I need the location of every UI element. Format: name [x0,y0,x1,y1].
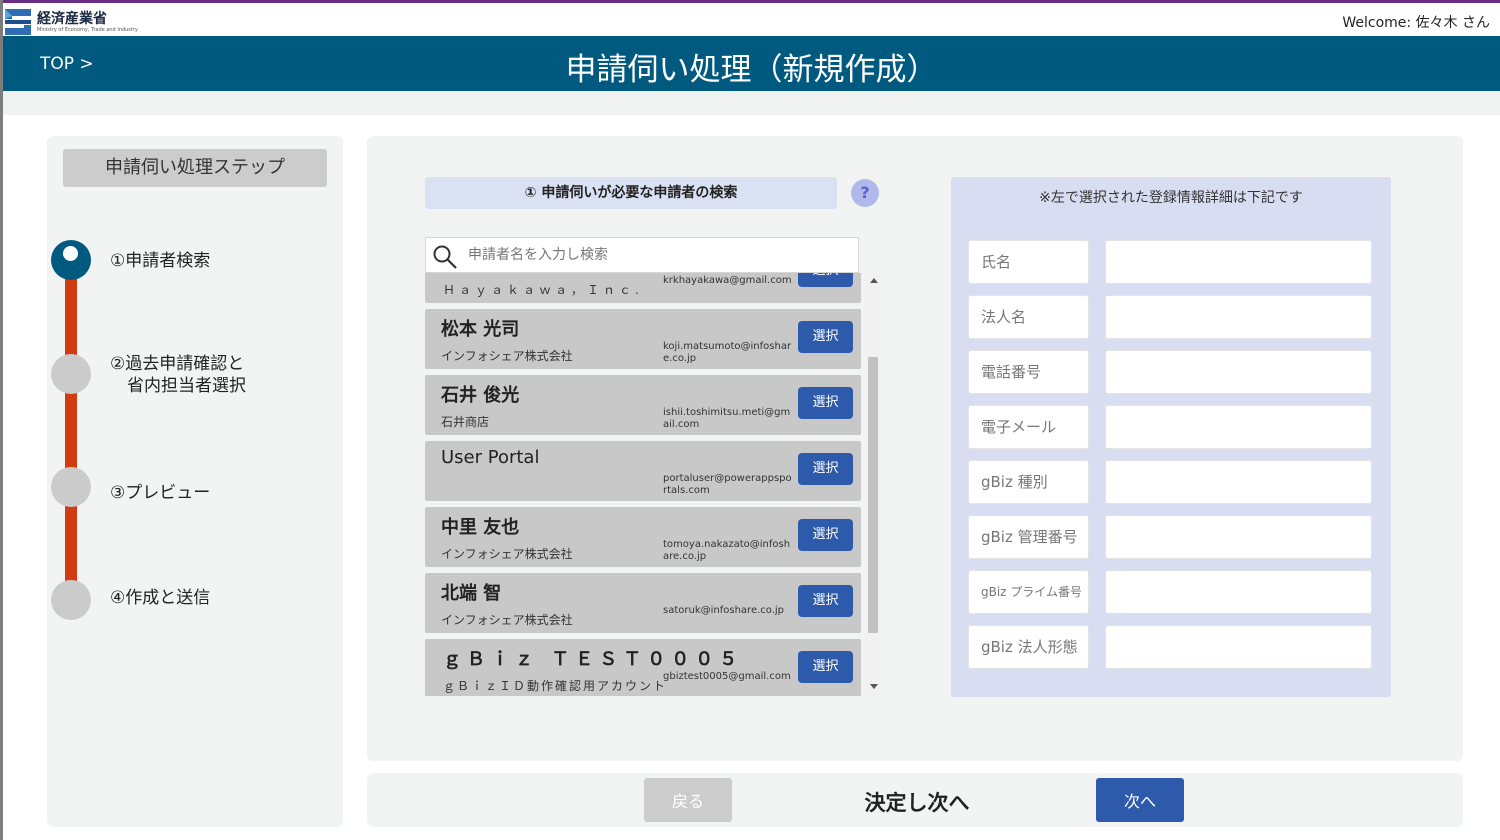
applicant-email: gbiztest0005@gmail.com [663,671,791,682]
decide-label: 決定し次へ [864,791,970,815]
logo: 経済産業省 Ministry of Economy, Trade and Ind… [3,7,138,37]
applicant-email: krkhayakawa@gmail.com [663,275,792,286]
applicant-email: ishii.toshimitsu.meti@gmail.com [663,407,791,430]
scroll-down-arrow-icon[interactable] [870,684,878,689]
step-2-label: ②過去申請確認と 省内担当者選択 [110,354,246,396]
welcome-user: Welcome: 佐々木 さん [1342,15,1490,31]
step-3-indicator[interactable] [51,467,91,507]
select-button[interactable]: 選択 [798,387,853,419]
search-box [425,237,859,273]
list-item: User Portal portaluser@powerappsportals.… [425,441,861,501]
logo-text: 経済産業省 [37,10,107,27]
applicant-company: インフォシェア株式会社 [441,613,573,627]
step-4-indicator[interactable] [51,580,91,620]
field-value-gbiz-type [1105,460,1372,504]
field-label-gbiz-type: gBiz 種別 [968,460,1089,504]
steps-panel: 申請伺い処理ステップ ①申請者検索 ②過去申請確認と 省内担当者選択 ③プレビュ… [47,136,343,827]
search-section-title: ① 申請伺いが必要な申請者の検索 [425,177,837,209]
list-item: Ｈａｙａｋａｗａ，Ｉｎｃ. krkhayakawa@gmail.com 選択 [425,273,861,303]
applicant-name: ｇＢｉｚ ＴＥＳＴ０００５ [443,649,744,670]
applicant-email: satoruk@infoshare.co.jp [663,605,785,616]
scrollbar-thumb[interactable] [868,357,878,633]
help-icon[interactable]: ? [851,179,879,207]
applicant-company: 石井商店 [441,415,490,429]
field-label-phone: 電話番号 [968,350,1089,394]
field-value-phone [1105,350,1372,394]
applicant-name: 中里 友也 [441,517,520,538]
steps-title: 申請伺い処理ステップ [63,149,327,187]
select-button[interactable]: 選択 [798,651,853,683]
list-scrollbar[interactable] [865,273,881,696]
select-button[interactable]: 選択 [798,519,853,551]
detail-panel: ※左で選択された登録情報詳細は下記です 氏名 法人名 電話番号 電子メール gB… [951,177,1391,697]
field-value-gbiz-prime [1105,570,1372,614]
select-button[interactable]: 選択 [798,321,853,353]
sub-bar [3,91,1500,115]
list-item: 石井 俊光 石井商店 ishii.toshimitsu.meti@gmail.c… [425,375,861,435]
field-value-gbiz-id [1105,515,1372,559]
back-button[interactable]: 戻る [644,778,732,822]
list-item: 中里 友也 インフォシェア株式会社 tomoya.nakazato@infosh… [425,507,861,567]
app: 経済産業省 Ministry of Economy, Trade and Ind… [3,3,1500,840]
field-label-company: 法人名 [968,295,1089,339]
list-item: 松本 光司 インフォシェア株式会社 koji.matsumoto@infosha… [425,309,861,369]
field-value-email [1105,405,1372,449]
ministry-logo-icon [5,9,31,35]
applicant-list: Ｈａｙａｋａｗａ，Ｉｎｃ. krkhayakawa@gmail.com 選択 松… [425,273,881,696]
applicant-name: 北端 智 [441,583,502,604]
next-button[interactable]: 次へ [1096,778,1184,822]
field-label-gbiz-corp-type: gBiz 法人形態 [968,625,1089,669]
applicant-company: Ｈａｙａｋａｗａ，Ｉｎｃ. [443,283,643,297]
scroll-up-arrow-icon[interactable] [870,278,878,283]
step-3-label: ③プレビュー [110,483,211,503]
applicant-name: 松本 光司 [441,319,520,340]
select-button[interactable]: 選択 [798,585,853,617]
field-label-name: 氏名 [968,240,1089,284]
main-panel: ① 申請伺いが必要な申請者の検索 ? Ｈａｙａｋａｗａ，Ｉｎｃ. krkhaya… [367,136,1463,761]
search-icon [433,245,457,269]
step-progress-line [65,258,77,598]
field-label-email: 電子メール [968,405,1089,449]
page-title: 申請伺い処理（新規作成） [565,52,938,88]
applicant-company: インフォシェア株式会社 [441,349,573,363]
applicant-search-input[interactable] [468,238,848,272]
step-1-indicator[interactable] [51,240,91,280]
list-item: 北端 智 インフォシェア株式会社 satoruk@infoshare.co.jp… [425,573,861,633]
step-2-indicator[interactable] [51,354,91,394]
applicant-company: インフォシェア株式会社 [441,547,573,561]
title-bar: TOP > 申請伺い処理（新規作成） [3,36,1500,91]
header-bar: 経済産業省 Ministry of Economy, Trade and Ind… [3,3,1500,36]
applicant-email: tomoya.nakazato@infoshare.co.jp [663,539,791,562]
select-button[interactable]: 選択 [798,273,853,287]
select-button[interactable]: 選択 [798,453,853,485]
field-value-company [1105,295,1372,339]
field-label-gbiz-id: gBiz 管理番号 [968,515,1089,559]
detail-note: ※左で選択された登録情報詳細は下記です [1039,190,1303,206]
list-item: ｇＢｉｚ ＴＥＳＴ０００５ ｇＢｉｚＩＤ動作確認用アカウント gbiztest0… [425,639,861,696]
applicant-company: ｇＢｉｚＩＤ動作確認用アカウント [443,679,668,693]
step-4-label: ④作成と送信 [110,588,211,608]
applicant-email: portaluser@powerappsportals.com [663,473,792,496]
logo-subtext: Ministry of Economy, Trade and Industry [37,26,138,33]
field-value-gbiz-corp-type [1105,625,1372,669]
field-value-name [1105,240,1372,284]
applicant-name: User Portal [441,447,540,468]
applicant-name: 石井 俊光 [441,385,520,406]
applicant-email: koji.matsumoto@infoshare.co.jp [663,341,792,364]
bottom-action-bar: 戻る 決定し次へ 次へ [367,773,1463,827]
step-1-label: ①申請者検索 [110,251,211,271]
field-label-gbiz-prime: gBiz プライム番号 [968,570,1089,614]
